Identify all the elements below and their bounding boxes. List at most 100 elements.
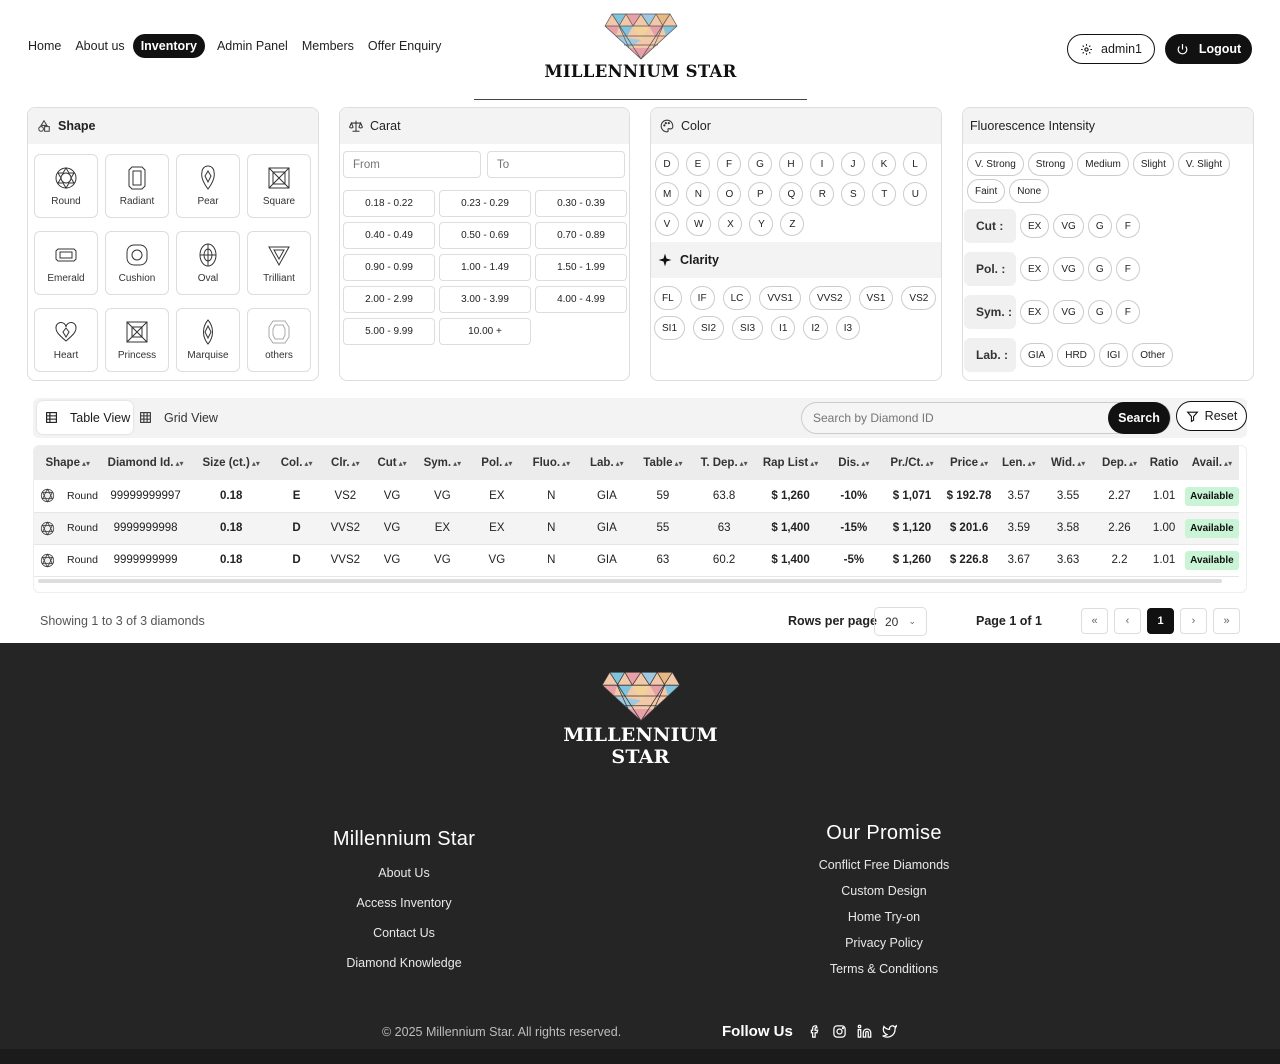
fluorescence-option-v-slight[interactable]: V. Slight <box>1177 152 1231 176</box>
color-option-p[interactable]: P <box>748 182 773 206</box>
color-option-i[interactable]: I <box>810 152 834 176</box>
column-header-diamond-id[interactable]: Diamond Id. ▴▾ <box>101 446 189 480</box>
diamond-search-input[interactable] <box>802 403 1092 433</box>
carat-range-option[interactable]: 2.00 - 2.99 <box>343 286 435 313</box>
color-option-f[interactable]: F <box>717 152 741 176</box>
clarity-option-vs1[interactable]: VS1 <box>858 286 894 310</box>
carat-range-option[interactable]: 4.00 - 4.99 <box>535 286 627 313</box>
fluorescence-option-none[interactable]: None <box>1009 179 1050 203</box>
carat-range-option[interactable]: 1.00 - 1.49 <box>439 254 531 281</box>
footer-link-access-inventory[interactable]: Access Inventory <box>304 896 504 910</box>
color-option-k[interactable]: K <box>872 152 896 176</box>
column-header-table[interactable]: Table ▴▾ <box>634 446 692 480</box>
color-option-q[interactable]: Q <box>779 182 804 206</box>
footer-link-terms[interactable]: Terms & Conditions <box>784 962 984 976</box>
clarity-option-lc[interactable]: LC <box>722 286 752 310</box>
nav-admin-panel[interactable]: Admin Panel <box>217 39 288 53</box>
polish-option-g[interactable]: G <box>1087 257 1112 281</box>
nav-about-us[interactable]: About us <box>75 39 124 53</box>
color-option-o[interactable]: O <box>717 182 742 206</box>
table-row[interactable]: Round 99999999997 0.18 E VS2 VG VG EX N GIA 59 63.8… <box>34 480 1239 512</box>
facebook-icon[interactable] <box>807 1024 822 1039</box>
shape-square[interactable]: Square <box>247 154 311 218</box>
site-logo[interactable]: MILLENNIUM STAR <box>474 12 807 100</box>
column-header-col[interactable]: Col. ▴▾ <box>273 446 321 480</box>
column-header-price[interactable]: Price ▴▾ <box>941 446 997 480</box>
instagram-icon[interactable] <box>832 1024 847 1039</box>
first-page-button[interactable]: « <box>1081 608 1108 634</box>
reset-button[interactable]: Reset <box>1176 401 1247 431</box>
footer-logo[interactable]: MILLENNIUM STAR <box>548 670 733 768</box>
shape-heart[interactable]: Heart <box>34 308 98 372</box>
twitter-icon[interactable] <box>882 1024 897 1039</box>
nav-members[interactable]: Members <box>302 39 354 53</box>
carat-range-option[interactable]: 1.50 - 1.99 <box>535 254 627 281</box>
shape-oval[interactable]: Oval <box>176 231 240 295</box>
color-option-j[interactable]: J <box>841 152 865 176</box>
color-option-x[interactable]: X <box>718 212 743 236</box>
color-option-h[interactable]: H <box>779 152 803 176</box>
nav-offer-enquiry[interactable]: Offer Enquiry <box>368 39 441 53</box>
clarity-option-fl[interactable]: FL <box>654 286 682 310</box>
clarity-option-if[interactable]: IF <box>689 286 715 310</box>
fluorescence-option-faint[interactable]: Faint <box>967 179 1006 203</box>
symmetry-option-ex[interactable]: EX <box>1020 300 1050 324</box>
clarity-option-si3[interactable]: SI3 <box>732 316 764 340</box>
table-row[interactable]: Round 9999999998 0.18 D VVS2 VG EX EX N GIA 55 63 $ … <box>34 512 1239 544</box>
cut-option-g[interactable]: G <box>1087 214 1112 238</box>
column-header-clr[interactable]: Clr. ▴▾ <box>320 446 370 480</box>
carat-range-option[interactable]: 10.00 + <box>439 318 531 345</box>
column-header-sym[interactable]: Sym. ▴▾ <box>414 446 471 480</box>
fluorescence-option-v-strong[interactable]: V. Strong <box>967 152 1024 176</box>
color-option-d[interactable]: D <box>655 152 679 176</box>
column-header-pol[interactable]: Pol. ▴▾ <box>471 446 523 480</box>
polish-option-vg[interactable]: VG <box>1053 257 1084 281</box>
carat-range-option[interactable]: 0.70 - 0.89 <box>535 222 627 249</box>
footer-link-about-us[interactable]: About Us <box>304 866 504 880</box>
color-option-z[interactable]: Z <box>780 212 805 236</box>
lab-option-other[interactable]: Other <box>1132 343 1174 367</box>
carat-range-option[interactable]: 5.00 - 9.99 <box>343 318 435 345</box>
clarity-option-vvs1[interactable]: VVS1 <box>759 286 801 310</box>
footer-link-diamond-knowledge[interactable]: Diamond Knowledge <box>304 956 504 970</box>
column-header-avail[interactable]: Avail. ▴▾ <box>1185 446 1239 480</box>
column-header-ratio[interactable]: Ratio <box>1143 446 1185 480</box>
carat-range-option[interactable]: 0.90 - 0.99 <box>343 254 435 281</box>
carat-range-option[interactable]: 0.23 - 0.29 <box>439 190 531 217</box>
color-option-g[interactable]: G <box>748 152 772 176</box>
lab-option-gia[interactable]: GIA <box>1020 343 1054 367</box>
carat-range-option[interactable]: 0.18 - 0.22 <box>343 190 435 217</box>
shape-cushion[interactable]: Cushion <box>105 231 169 295</box>
footer-link-privacy-policy[interactable]: Privacy Policy <box>784 936 984 950</box>
column-header-cut[interactable]: Cut ▴▾ <box>370 446 414 480</box>
column-header-dep[interactable]: Dep. ▴▾ <box>1096 446 1144 480</box>
footer-link-home-try-on[interactable]: Home Try-on <box>784 910 984 924</box>
column-header-dis[interactable]: Dis. ▴▾ <box>825 446 883 480</box>
shape-emerald[interactable]: Emerald <box>34 231 98 295</box>
color-option-r[interactable]: R <box>810 182 835 206</box>
color-option-v[interactable]: V <box>655 212 679 236</box>
column-header-pr-ct[interactable]: Pr./Ct. ▴▾ <box>883 446 941 480</box>
carat-range-option[interactable]: 0.30 - 0.39 <box>535 190 627 217</box>
column-header-t-dep[interactable]: T. Dep. ▴▾ <box>692 446 756 480</box>
column-header-len[interactable]: Len. ▴▾ <box>997 446 1041 480</box>
shape-marquise[interactable]: Marquise <box>176 308 240 372</box>
clarity-option-i1[interactable]: I1 <box>771 316 796 340</box>
nav-inventory[interactable]: Inventory <box>132 34 205 58</box>
color-option-s[interactable]: S <box>841 182 866 206</box>
polish-option-f[interactable]: F <box>1115 257 1140 281</box>
column-header-size-ct[interactable]: Size (ct.) ▴▾ <box>190 446 273 480</box>
carat-range-option[interactable]: 3.00 - 3.99 <box>439 286 531 313</box>
carat-range-option[interactable]: 0.40 - 0.49 <box>343 222 435 249</box>
column-header-wid[interactable]: Wid. ▴▾ <box>1041 446 1096 480</box>
symmetry-option-vg[interactable]: VG <box>1053 300 1084 324</box>
clarity-option-si1[interactable]: SI1 <box>654 316 686 340</box>
shape-trilliant[interactable]: Trilliant <box>247 231 311 295</box>
footer-link-custom-design[interactable]: Custom Design <box>784 884 984 898</box>
color-option-w[interactable]: W <box>686 212 712 236</box>
rows-per-page-select[interactable]: 20 ⌄ <box>874 607 927 636</box>
next-page-button[interactable]: › <box>1180 608 1207 634</box>
color-option-l[interactable]: L <box>903 152 927 176</box>
cut-option-ex[interactable]: EX <box>1020 214 1050 238</box>
horizontal-scrollbar[interactable] <box>38 579 1222 583</box>
